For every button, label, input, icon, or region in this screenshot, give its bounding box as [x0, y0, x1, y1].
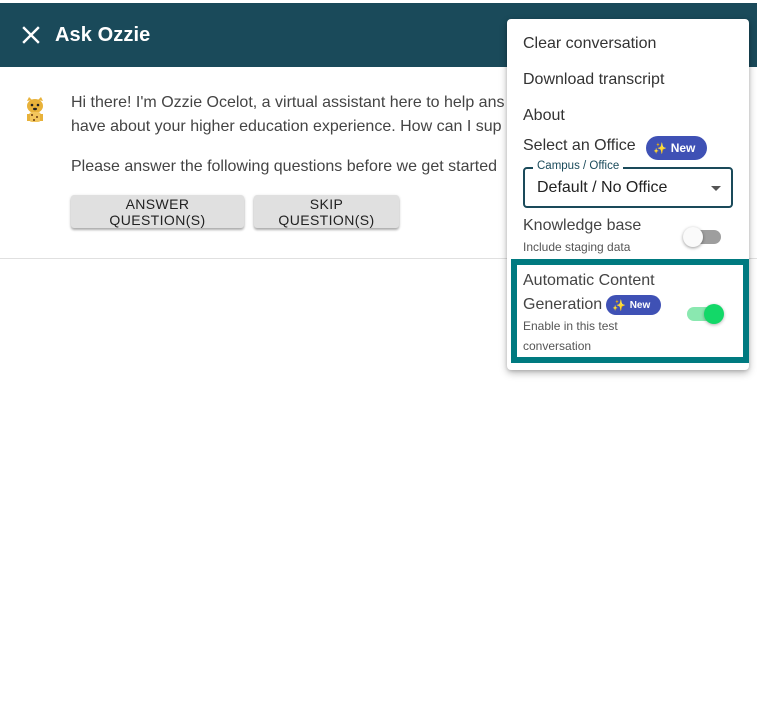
close-button[interactable] [20, 24, 42, 46]
acg-label-line-1: Automatic Content [523, 272, 655, 289]
sparkles-icon: ✨ [653, 142, 667, 155]
caret-down-icon [711, 186, 721, 191]
ocelot-avatar [27, 97, 43, 122]
select-value: Default / No Office [537, 179, 668, 196]
menu-item-clear-conversation[interactable]: Clear conversation [523, 35, 656, 53]
select-office-label: Select an Office [523, 137, 636, 154]
new-badge: ✨ New [646, 136, 707, 160]
acg-label-line-2: Generation [523, 296, 603, 313]
menu-item-about[interactable]: About [523, 107, 565, 125]
new-badge-label: New [670, 141, 696, 155]
skip-questions-button[interactable]: SKIP QUESTION(S) [254, 195, 399, 228]
questions-prompt: Please answer the following questions be… [71, 158, 498, 175]
answer-questions-button[interactable]: ANSWER QUESTION(S) [71, 195, 244, 228]
knowledge-base-toggle[interactable] [683, 227, 723, 247]
knowledge-base-label: Knowledge base [523, 217, 642, 234]
close-icon [22, 26, 40, 44]
assistant-message: Hi there! I'm Ozzie Ocelot, a virtual as… [71, 91, 521, 175]
options-menu: Clear conversation Download transcript A… [507, 19, 749, 370]
acg-new-badge-label: New [629, 299, 651, 311]
knowledge-base-sublabel: Include staging data [523, 240, 631, 254]
acg-new-badge: ✨ New [606, 295, 661, 315]
toggle-thumb [683, 227, 703, 247]
menu-item-download-transcript[interactable]: Download transcript [523, 71, 664, 89]
message-line-2: have about your higher education experie… [71, 118, 502, 135]
toggle-thumb [704, 304, 724, 324]
acg-sublabel-line-2: conversation [523, 339, 592, 353]
message-line-1: Hi there! I'm Ozzie Ocelot, a virtual as… [71, 94, 505, 111]
office-select[interactable]: Campus / Office Default / No Office [523, 160, 733, 208]
acg-toggle[interactable] [685, 303, 727, 325]
header-title: Ask Ozzie [55, 24, 151, 46]
sparkles-icon: ✨ [612, 299, 626, 312]
acg-sublabel-line-1: Enable in this test [523, 319, 618, 333]
select-legend: Campus / Office [533, 160, 624, 172]
